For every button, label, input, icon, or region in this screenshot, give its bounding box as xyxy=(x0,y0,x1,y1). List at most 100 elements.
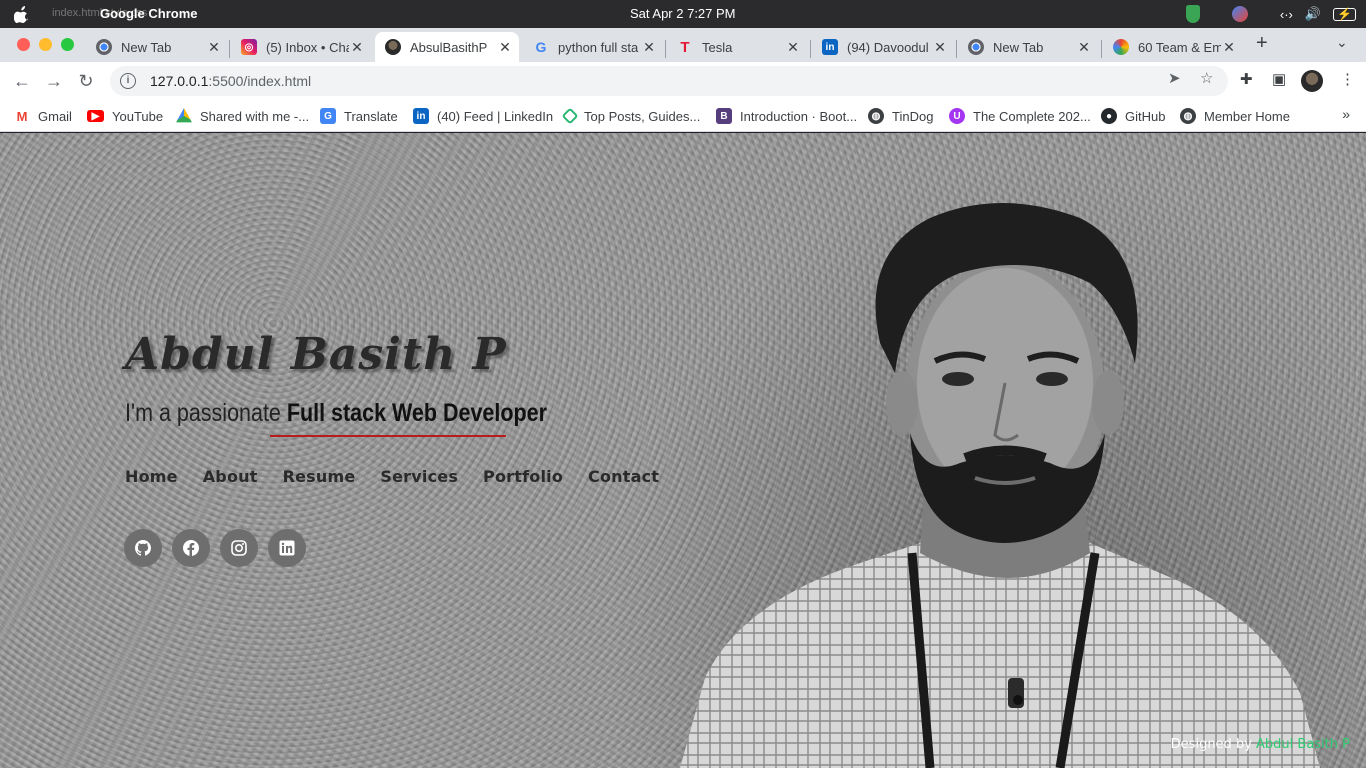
info-icon[interactable]: i xyxy=(120,73,136,89)
bookmark-youtube[interactable]: ▶ YouTube xyxy=(87,106,163,126)
address-bar[interactable]: i 127.0.0.1:5500/index.html xyxy=(110,66,1228,96)
chrome-icon xyxy=(968,39,984,55)
site-nav: Home About Resume Services Portfolio Con… xyxy=(125,467,684,486)
notification-icon[interactable] xyxy=(1231,6,1248,22)
menu-bar: index.html style.css Google Chrome Sat A… xyxy=(0,0,1366,28)
posts-icon xyxy=(561,107,579,125)
google-icon: G xyxy=(535,39,547,55)
close-tab-icon[interactable]: ✕ xyxy=(1076,39,1092,56)
close-tab-icon[interactable]: ✕ xyxy=(497,39,513,56)
bookmark-gmail[interactable]: M Gmail xyxy=(14,106,72,126)
bookmark-label: Shared with me -... xyxy=(200,108,310,124)
instagram-link[interactable] xyxy=(220,529,258,567)
github-icon xyxy=(135,540,151,556)
translate-icon: G xyxy=(320,108,336,124)
bookmark-translate[interactable]: G Translate xyxy=(320,106,398,126)
close-window-button[interactable] xyxy=(17,38,30,51)
tab-new-tab-1[interactable]: New Tab ✕ xyxy=(86,32,228,62)
close-tab-icon[interactable]: ✕ xyxy=(349,39,365,56)
nav-contact[interactable]: Contact xyxy=(588,467,659,486)
nav-portfolio[interactable]: Portfolio xyxy=(483,467,563,486)
avatar[interactable] xyxy=(1301,70,1323,92)
close-tab-icon[interactable]: ✕ xyxy=(1221,39,1237,56)
tab-search-chevron-icon[interactable]: ⌄ xyxy=(1336,34,1348,51)
tab-title: New Tab xyxy=(993,39,1044,55)
bookmarks-overflow-icon[interactable]: » xyxy=(1342,106,1350,122)
nav-home[interactable]: Home xyxy=(125,467,178,486)
menu-kebab-icon[interactable]: ⋮ xyxy=(1340,70,1355,88)
new-tab-button[interactable]: + xyxy=(1256,32,1268,55)
maximize-window-button[interactable] xyxy=(61,38,74,51)
menu-clock[interactable]: Sat Apr 2 7:27 PM xyxy=(630,6,736,21)
globe-icon: ◍ xyxy=(1180,108,1196,124)
tab-instagram[interactable]: ◎ (5) Inbox • Cha ✕ xyxy=(231,32,371,62)
nav-resume[interactable]: Resume xyxy=(283,467,356,486)
tab-title: python full sta xyxy=(558,39,639,55)
volume-icon[interactable]: 🔊 xyxy=(1305,6,1321,22)
tab-linkedin[interactable]: in (94) Davoodul ✕ xyxy=(812,32,954,62)
facebook-link[interactable] xyxy=(172,529,210,567)
send-icon[interactable]: ➤ xyxy=(1168,69,1181,87)
close-tab-icon[interactable]: ✕ xyxy=(785,39,801,56)
tab-tesla[interactable]: T Tesla ✕ xyxy=(667,32,807,62)
close-tab-icon[interactable]: ✕ xyxy=(932,39,948,56)
bookmark-label: Introduction · Boot... xyxy=(740,108,858,124)
udemy-icon: U xyxy=(949,108,965,124)
url-text[interactable]: 127.0.0.1:5500/index.html xyxy=(150,73,311,89)
back-arrow-icon[interactable]: ← xyxy=(11,70,33,92)
bookmark-label: (40) Feed | LinkedIn xyxy=(437,108,554,124)
forward-arrow-icon[interactable]: → xyxy=(43,70,65,92)
reload-icon[interactable]: ↻ xyxy=(75,70,97,92)
nav-services[interactable]: Services xyxy=(380,467,458,486)
bookmarks-bar: M Gmail ▶ YouTube Shared with me -... G Tra… xyxy=(0,100,1366,132)
close-tab-icon[interactable]: ✕ xyxy=(206,39,222,56)
bootstrap-icon: B xyxy=(716,108,732,124)
bookmark-label: The Complete 202... xyxy=(973,108,1091,124)
footer-prefix: Designed by xyxy=(1170,737,1257,752)
footer-author[interactable]: Abdul Basith P xyxy=(1256,737,1350,752)
tab-title: Tesla xyxy=(702,39,733,55)
instagram-icon xyxy=(231,540,247,556)
status-tray: ‹·› 🔊 ⚡ xyxy=(1185,5,1356,23)
drive-icon xyxy=(176,108,192,123)
bookmark-label: GitHub xyxy=(1125,108,1166,124)
tab-title: 60 Team & Em xyxy=(1138,39,1221,55)
nav-about[interactable]: About xyxy=(203,467,258,486)
bookmark-member-home[interactable]: ◍ Member Home xyxy=(1180,106,1290,126)
extensions-icon[interactable]: ✚ xyxy=(1240,70,1253,88)
github-link[interactable] xyxy=(124,529,162,567)
tab-new-tab-2[interactable]: New Tab ✕ xyxy=(958,32,1098,62)
bookmark-top-posts[interactable]: Top Posts, Guides... xyxy=(561,106,701,126)
bookmark-label: YouTube xyxy=(112,108,164,124)
tab-title: New Tab xyxy=(121,39,172,55)
tab-team[interactable]: 60 Team & Em ✕ xyxy=(1103,32,1243,62)
close-tab-icon[interactable]: ✕ xyxy=(641,39,657,56)
code-icon[interactable]: ‹·› xyxy=(1280,7,1293,22)
bookmark-label: Top Posts, Guides... xyxy=(584,108,701,124)
apple-icon[interactable] xyxy=(14,5,30,23)
facebook-icon xyxy=(183,540,199,556)
bookmark-udemy[interactable]: U The Complete 202... xyxy=(949,106,1091,126)
bookmark-linkedin[interactable]: in (40) Feed | LinkedIn xyxy=(413,106,553,126)
bookmark-github[interactable]: ● GitHub xyxy=(1101,106,1165,126)
bookmark-tindog[interactable]: ◍ TinDog xyxy=(868,106,933,126)
tab-divider xyxy=(956,40,957,58)
chrome-icon xyxy=(96,39,112,55)
bookmark-drive[interactable]: Shared with me -... xyxy=(176,106,309,126)
minimize-window-button[interactable] xyxy=(39,38,52,51)
tagline-underline xyxy=(270,435,506,437)
star-icon[interactable]: ☆ xyxy=(1200,69,1213,87)
tab-absulbasithp[interactable]: AbsulBasithP ✕ xyxy=(375,32,519,62)
shield-icon[interactable] xyxy=(1185,5,1200,23)
tab-title: AbsulBasithP xyxy=(410,39,488,55)
bookmark-label: Member Home xyxy=(1204,108,1290,124)
linkedin-icon xyxy=(279,540,295,556)
app-name[interactable]: Google Chrome xyxy=(100,6,198,21)
linkedin-link[interactable] xyxy=(268,529,306,567)
globe-icon: ◍ xyxy=(868,108,884,124)
bookmark-bootstrap[interactable]: B Introduction · Boot... xyxy=(716,106,857,126)
battery-icon[interactable]: ⚡ xyxy=(1333,7,1356,21)
side-panel-icon[interactable]: ▣ xyxy=(1272,70,1286,88)
tab-divider xyxy=(229,40,230,58)
tab-google-search[interactable]: G python full sta ✕ xyxy=(523,32,663,62)
